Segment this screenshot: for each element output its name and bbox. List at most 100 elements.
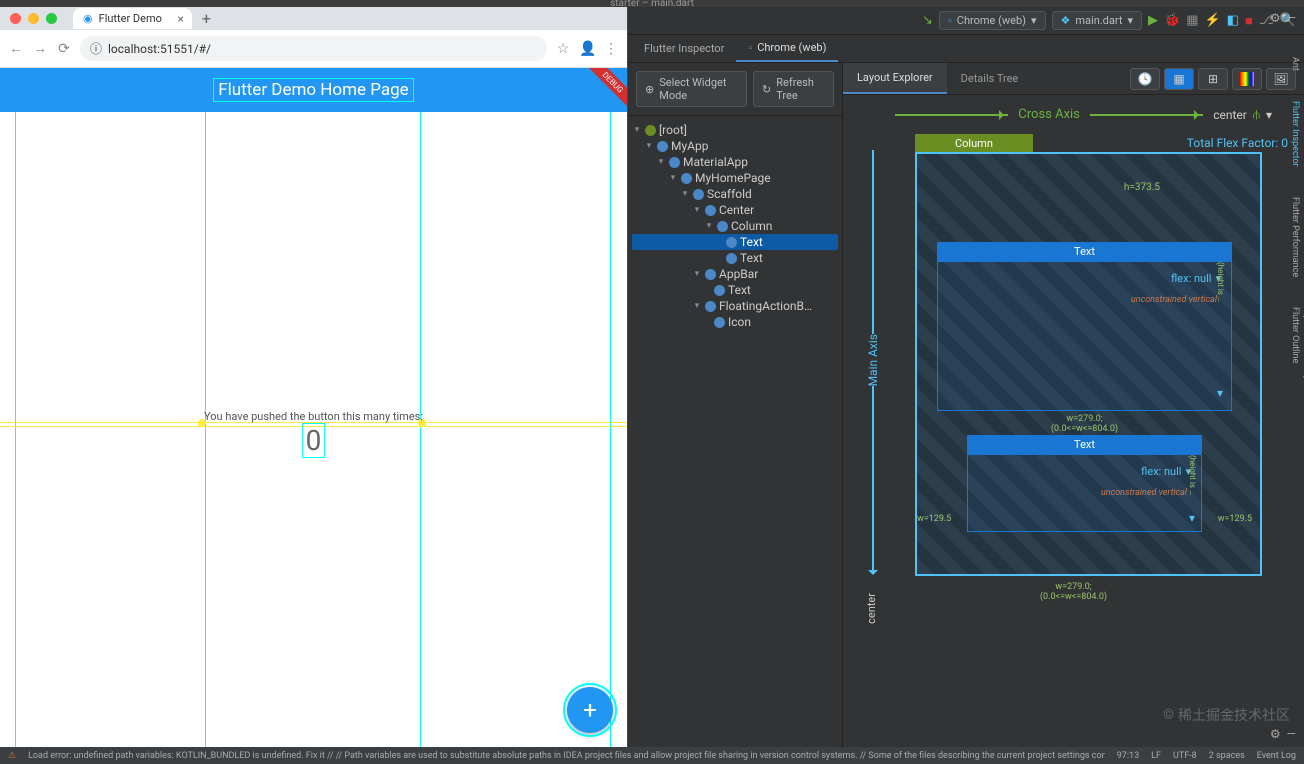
tree-node[interactable]: Text <box>740 235 763 249</box>
tree-node[interactable]: [root] <box>659 123 687 137</box>
cross-axis-label: Cross Axis <box>1018 107 1080 122</box>
debug-icon[interactable]: 🐞 <box>1164 13 1180 28</box>
dimension-label: (height is … <box>1216 262 1225 400</box>
floating-action-button[interactable]: + <box>567 687 613 733</box>
flutter-outline-tab[interactable]: Flutter Outline <box>1290 307 1300 363</box>
encoding[interactable]: UTF-8 <box>1173 751 1197 761</box>
node-icon <box>726 237 737 248</box>
flex-factor-label: Total Flex Factor: 0 <box>1187 136 1288 150</box>
dimension-label: w=129.5 <box>917 514 951 524</box>
ant-tab[interactable]: Ant <box>1290 57 1300 71</box>
cross-align-dropdown[interactable]: center ⫛ ▾ <box>1213 107 1272 122</box>
tab-flutter-inspector[interactable]: Flutter Inspector <box>632 35 736 62</box>
gear-icon[interactable]: ⚙ <box>1270 11 1281 25</box>
tree-node[interactable]: Scaffold <box>707 187 752 201</box>
node-icon <box>705 269 716 280</box>
device-icon: ▫ <box>948 14 952 27</box>
devtools-icon[interactable]: ◧ <box>1227 13 1239 28</box>
close-icon[interactable]: × <box>177 12 183 26</box>
watermark: ©稀土掘金技术社区 <box>1163 705 1290 725</box>
node-icon <box>657 141 668 152</box>
traffic-lights[interactable] <box>0 7 67 30</box>
menu-icon[interactable]: ⋮ <box>603 41 619 57</box>
minimize-icon[interactable] <box>28 13 39 24</box>
dimension-label: h=373.5 <box>1124 182 1160 193</box>
address-bar[interactable]: ⓘ localhost:51551/#/ <box>80 36 547 61</box>
refresh-tree-button[interactable]: ↻ Refresh Tree <box>753 71 834 107</box>
chevron-down-icon: ▾ <box>1031 14 1037 27</box>
run-icon[interactable]: ▶ <box>1148 13 1158 28</box>
tree-node[interactable]: Text <box>728 283 751 297</box>
tree-node[interactable]: MaterialApp <box>683 155 748 169</box>
chevron-down-icon[interactable]: ▾ <box>1189 511 1195 525</box>
minimize-icon[interactable]: — <box>1287 11 1296 25</box>
warning-icon[interactable]: ⚠ <box>8 751 16 761</box>
dimension-label: w=279.0; <box>1055 582 1091 592</box>
flex-dropdown[interactable]: flex: null▾ <box>968 455 1201 488</box>
device-dropdown[interactable]: ▫ Chrome (web) ▾ <box>939 11 1046 30</box>
status-bar: ⚠ Load error: undefined path variables: … <box>0 747 1304 764</box>
main-align-dropdown[interactable]: center <box>865 593 878 624</box>
select-widget-button[interactable]: ⊕ Select Widget Mode <box>636 71 747 107</box>
gear-icon[interactable]: ⚙ <box>1270 727 1281 741</box>
guide-line <box>420 112 421 747</box>
chevron-down-icon[interactable]: ▾ <box>1217 386 1223 400</box>
maximize-icon[interactable] <box>46 13 57 24</box>
tab-details-tree[interactable]: Details Tree <box>947 64 1033 93</box>
back-icon[interactable]: ← <box>8 40 24 57</box>
node-icon <box>714 317 725 328</box>
chevron-down-icon: ▾ <box>1127 14 1133 27</box>
flutter-inspector-tab[interactable]: Flutter Inspector <box>1290 101 1300 167</box>
stop-icon[interactable]: ■ <box>1245 13 1253 29</box>
device-icon: ▫ <box>748 41 752 54</box>
tree-node[interactable]: Text <box>740 251 763 265</box>
close-icon[interactable] <box>10 13 21 24</box>
coverage-icon[interactable]: ▦ <box>1186 13 1198 28</box>
baseline-icon[interactable]: ▦ <box>1164 68 1194 90</box>
profile-icon[interactable]: 👤 <box>579 41 595 57</box>
tree-node[interactable]: Column <box>731 219 772 233</box>
tree-node[interactable]: Icon <box>728 315 751 329</box>
child-widget-1[interactable]: Text flex: null▾ unconstrained vertical … <box>937 242 1232 411</box>
guideline-icon[interactable]: ⊞ <box>1198 68 1228 90</box>
rainbow-icon[interactable] <box>1232 68 1262 90</box>
node-icon <box>705 205 716 216</box>
chevron-down-icon: ▾ <box>1266 108 1272 122</box>
info-icon: ⓘ <box>90 40 102 57</box>
minimize-icon[interactable]: — <box>1287 727 1296 741</box>
event-log[interactable]: Event Log <box>1257 751 1296 761</box>
child-widget-2[interactable]: Text flex: null▾ unconstrained vertical … <box>967 435 1202 532</box>
flutter-appbar: Flutter Demo Home Page DEBUG <box>0 68 627 112</box>
tree-node[interactable]: MyApp <box>671 139 708 153</box>
node-icon <box>669 157 680 168</box>
tab-layout-explorer[interactable]: Layout Explorer <box>843 63 947 94</box>
cursor-position[interactable]: 97:13 <box>1117 751 1139 761</box>
tree-node[interactable]: AppBar <box>719 267 758 281</box>
ide-panel: ↘ ▫ Chrome (web) ▾ ❖ main.dart ▾ ▶ 🐞 ▦ ⚡… <box>628 7 1304 747</box>
star-icon[interactable]: ☆ <box>555 41 571 57</box>
tree-node[interactable]: MyHomePage <box>695 171 771 185</box>
tree-node[interactable]: Center <box>719 203 754 217</box>
run-config-dropdown[interactable]: ❖ main.dart ▾ <box>1052 11 1142 30</box>
flex-dropdown[interactable]: flex: null▾ <box>938 262 1231 295</box>
tab-chrome[interactable]: ▫ Chrome (web) <box>736 35 838 62</box>
browser-tab[interactable]: ◉ Flutter Demo × <box>73 8 192 29</box>
status-message[interactable]: Load error: undefined path variables: KO… <box>28 751 1105 761</box>
indent[interactable]: 2 spaces <box>1209 751 1245 761</box>
history-icon[interactable]: 🕓 <box>1130 68 1160 90</box>
tab-title: Flutter Demo <box>99 12 162 25</box>
flutter-performance-tab[interactable]: Flutter Performance <box>1290 197 1300 277</box>
constraint-label: unconstrained vertical <box>968 488 1201 498</box>
column-label: Column <box>915 134 1033 153</box>
dimension-label: w=129.5 <box>1218 514 1252 524</box>
forward-icon[interactable]: → <box>32 40 48 57</box>
line-separator[interactable]: LF <box>1151 751 1161 761</box>
flutter-icon: ❖ <box>1061 14 1071 27</box>
reload-icon[interactable]: ⟳ <box>56 41 72 57</box>
new-tab-button[interactable]: + <box>192 9 221 28</box>
guide-line <box>205 112 206 747</box>
tree-node[interactable]: FloatingActionB… <box>719 299 812 313</box>
hot-reload-icon[interactable]: ⚡ <box>1204 13 1220 28</box>
hammer-icon[interactable]: ↘ <box>922 13 933 28</box>
node-icon <box>693 189 704 200</box>
